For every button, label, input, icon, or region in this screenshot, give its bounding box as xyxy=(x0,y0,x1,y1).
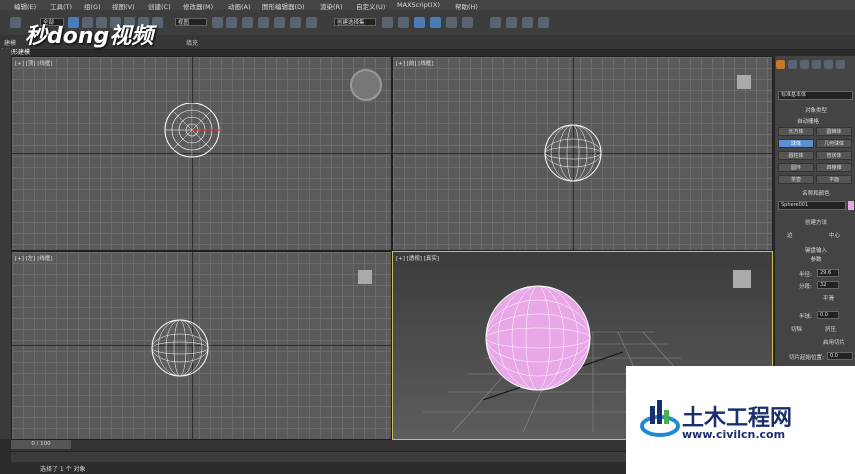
squash-radio[interactable]: 挤压 xyxy=(825,325,836,333)
viewport-label-left[interactable]: [+] [左] [线框] xyxy=(15,254,52,262)
autogrid-checkbox[interactable]: 自动栅格 xyxy=(797,117,819,125)
menu-maxscript[interactable]: MAXScript(X) xyxy=(397,1,440,9)
segments-label: 分段: xyxy=(799,284,812,290)
keyboard-entry-rollout[interactable]: 键盘输入 xyxy=(778,247,854,256)
viewcube-left-icon[interactable] xyxy=(358,270,372,284)
rendered-frame-icon[interactable] xyxy=(522,17,533,28)
snap-toggle-icon[interactable] xyxy=(242,17,253,28)
hemisphere-label: 半球: xyxy=(799,314,812,320)
category-dropdown[interactable]: 标准基本体 xyxy=(778,91,853,100)
viewcube-perspective-icon[interactable] xyxy=(733,270,751,288)
utilities-tab-icon[interactable] xyxy=(836,60,845,69)
modify-tab-icon[interactable] xyxy=(788,60,797,69)
watermark-logo: 秒dong视频 xyxy=(25,24,154,49)
chop-radio[interactable]: 切除 xyxy=(791,325,802,333)
schematic-view-icon[interactable] xyxy=(462,17,473,28)
align-icon[interactable] xyxy=(398,17,409,28)
mirror-icon[interactable] xyxy=(382,17,393,28)
curve-editor-icon[interactable] xyxy=(446,17,457,28)
render-setup-icon[interactable] xyxy=(506,17,517,28)
sphere-front[interactable] xyxy=(543,123,603,183)
viewport-left[interactable]: [+] [左] [线框] xyxy=(11,251,392,440)
viewcube-top-icon[interactable] xyxy=(350,69,382,101)
torus-button[interactable]: 圆环 xyxy=(778,163,814,172)
radius-label: 半径: xyxy=(799,272,812,278)
named-selection-dropdown[interactable]: 创建选择集 xyxy=(334,18,376,26)
edit-named-selection-icon[interactable] xyxy=(306,17,317,28)
left-side-bar xyxy=(0,49,11,439)
select-link-icon[interactable] xyxy=(10,17,21,28)
ribbon-tab-modeling[interactable]: 建模 xyxy=(4,38,16,47)
reference-coord-dropdown[interactable]: 视图 xyxy=(175,18,207,26)
viewport-label-front[interactable]: [+] [前] [线框] xyxy=(396,59,433,67)
sphere-top[interactable] xyxy=(162,103,222,163)
object-type-title[interactable]: 对象类型 xyxy=(778,107,854,116)
cylinder-button[interactable]: 圆柱体 xyxy=(778,151,814,160)
ribbon-tab-populate[interactable]: 填充 xyxy=(186,38,198,47)
smooth-checkbox[interactable]: 平滑 xyxy=(823,294,834,302)
teapot-button[interactable]: 茶壶 xyxy=(778,175,814,184)
command-panel-tabs xyxy=(776,60,854,70)
creation-method-title[interactable]: 创建方法 xyxy=(778,219,854,228)
object-name-field[interactable]: Sphere001 xyxy=(778,201,846,210)
method-center-radio[interactable]: 中心 xyxy=(829,231,840,239)
time-slider[interactable]: 0 / 100 xyxy=(11,440,71,449)
pivot-icon[interactable] xyxy=(212,17,223,28)
sphere-left[interactable] xyxy=(150,318,210,378)
command-panel: 标准基本体 对象类型 自动栅格 长方体 圆锥体 球体 几何球体 圆柱体 管状体 … xyxy=(774,56,855,366)
status-message: 选择了 1 个 对象 xyxy=(40,466,86,473)
material-editor-icon[interactable] xyxy=(490,17,501,28)
layer-manager-icon[interactable] xyxy=(414,17,425,28)
geosphere-button[interactable]: 几何球体 xyxy=(816,139,852,148)
hierarchy-tab-icon[interactable] xyxy=(800,60,809,69)
viewport-front[interactable]: [+] [前] [线框] xyxy=(392,56,773,251)
box-button[interactable]: 长方体 xyxy=(778,127,814,136)
viewport-label-top[interactable]: [+] [顶] [线框] xyxy=(15,59,52,67)
pyramid-button[interactable]: 四棱锥 xyxy=(816,163,852,172)
render-teapot-icon[interactable] xyxy=(538,17,549,28)
select-manipulate-icon[interactable] xyxy=(226,17,237,28)
viewport-top[interactable]: [+] [顶] [线框] xyxy=(11,56,392,251)
create-tab-icon[interactable] xyxy=(776,60,785,69)
segments-spinner[interactable]: 32 xyxy=(817,281,839,289)
tube-button[interactable]: 管状体 xyxy=(816,151,852,160)
radius-spinner[interactable]: 29.6 xyxy=(817,269,839,277)
parameters-title[interactable]: 参数 xyxy=(778,256,854,265)
hemisphere-spinner[interactable]: 0.0 xyxy=(817,311,839,319)
method-edge-radio[interactable]: 边 xyxy=(787,231,793,239)
viewcube-front-icon[interactable] xyxy=(737,75,751,89)
slice-from-spinner[interactable]: 0.0 xyxy=(827,352,853,360)
watermark-url: www.civilcn.com xyxy=(682,428,786,441)
menu-bar: 编辑(E) 工具(T) 组(G) 视图(V) 创建(C) 修改器(M) 动画(A… xyxy=(0,0,855,11)
sphere-perspective-selected[interactable] xyxy=(483,282,593,394)
percent-snap-icon[interactable] xyxy=(274,17,285,28)
object-color-swatch[interactable] xyxy=(848,201,854,210)
spinner-snap-icon[interactable] xyxy=(290,17,301,28)
scale-icon[interactable] xyxy=(152,17,163,28)
cone-button[interactable]: 圆锥体 xyxy=(816,127,852,136)
name-color-title[interactable]: 名称和颜色 xyxy=(778,190,854,199)
sphere-button[interactable]: 球体 xyxy=(778,139,814,148)
slice-from-label: 切片起始位置: xyxy=(789,355,824,361)
enable-slice-checkbox[interactable]: 启用切片 xyxy=(823,338,845,346)
plane-button[interactable]: 平面 xyxy=(816,175,852,184)
angle-snap-icon[interactable] xyxy=(258,17,269,28)
motion-tab-icon[interactable] xyxy=(812,60,821,69)
display-tab-icon[interactable] xyxy=(824,60,833,69)
graphite-ribbon-icon[interactable] xyxy=(430,17,441,28)
civilcn-logo-icon xyxy=(640,400,680,437)
watermark-civilcn: 土木工程网 www.civilcn.com xyxy=(626,366,855,474)
